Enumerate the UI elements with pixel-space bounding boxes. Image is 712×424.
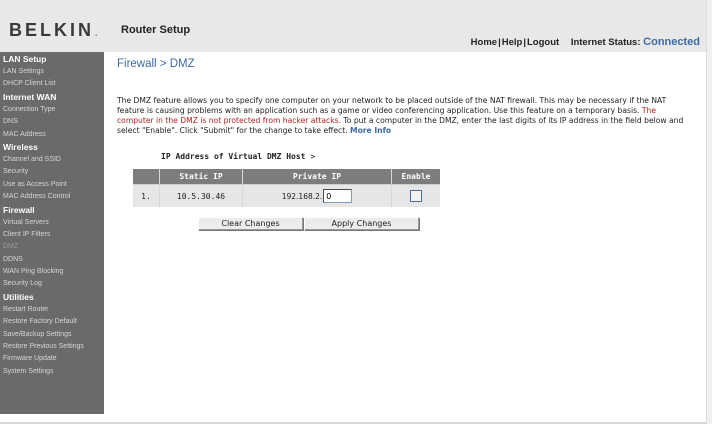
vertical-scrollbar[interactable] — [706, 0, 712, 424]
dmz-host-label-text: IP Address of Virtual DMZ Host — [161, 152, 306, 161]
sidebar-item-ddns[interactable]: DDNS — [0, 254, 104, 266]
dmz-table: Static IP Private IP Enable 1. 10.5.30.4… — [133, 169, 440, 207]
sidebar-section-firewall[interactable]: Firewall — [0, 204, 104, 217]
dmz-host-label-suffix: > — [305, 152, 316, 161]
table-row: 1. 10.5.30.46 192.168.2. — [133, 184, 440, 207]
sidebar-item-client-ip-filters[interactable]: Client IP Filters — [0, 229, 104, 241]
more-info-link[interactable]: More Info — [350, 126, 391, 135]
app-title: Router Setup — [121, 24, 191, 36]
sidebar-item-firmware-update[interactable]: Firmware Update — [0, 353, 104, 365]
description-text: The DMZ feature allows you to specify on… — [117, 96, 667, 115]
static-ip-value: 10.5.30.46 — [160, 184, 243, 207]
sidebar-item-save-backup-settings[interactable]: Save/Backup Settings — [0, 329, 104, 341]
private-ip-last-octet-input[interactable] — [323, 189, 353, 203]
nav-separator: | — [498, 37, 501, 48]
logout-link[interactable]: Logout — [527, 37, 559, 48]
internet-status-label: Internet Status: — [570, 37, 641, 48]
logo-mark: . — [95, 28, 98, 38]
sidebar-item-security[interactable]: Security — [0, 166, 104, 178]
sidebar-item-dns[interactable]: DNS — [0, 116, 104, 128]
sidebar-item-connection-type[interactable]: Connection Type — [0, 104, 104, 116]
sidebar-item-wan-ping-blocking[interactable]: WAN Ping Blocking — [0, 266, 104, 278]
sidebar-item-restore-factory-default[interactable]: Restore Factory Default — [0, 316, 104, 328]
router-setup-window: BELKIN. Router Setup Home|Help|Logout In… — [0, 0, 706, 424]
sidebar-section-internet-wan[interactable]: Internet WAN — [0, 91, 104, 104]
home-link[interactable]: Home — [471, 37, 497, 48]
header-private-ip: Private IP — [243, 169, 392, 184]
sidebar-section-lan-setup[interactable]: LAN Setup — [0, 53, 104, 66]
header-static-ip: Static IP — [160, 169, 243, 184]
sidebar-item-virtual-servers[interactable]: Virtual Servers — [0, 217, 104, 229]
sidebar-item-restart-router[interactable]: Restart Router — [0, 304, 104, 316]
private-ip-prefix: 192.168.2. — [281, 191, 323, 201]
sidebar-item-mac-address-control[interactable]: MAC Address Control — [0, 191, 104, 203]
sidebar-item-access-point[interactable]: Use as Access Point — [0, 179, 104, 191]
header-bar: BELKIN. Router Setup Home|Help|Logout In… — [0, 0, 706, 52]
sidebar-item-dmz[interactable]: DMZ — [0, 241, 104, 253]
help-link[interactable]: Help — [502, 37, 523, 48]
page-title: Firewall > DMZ — [117, 58, 195, 70]
sidebar-item-lan-settings[interactable]: LAN Settings — [0, 66, 104, 78]
belkin-logo: BELKIN. — [9, 20, 98, 41]
clear-changes-button[interactable]: Clear Changes — [198, 217, 303, 230]
sidebar-item-channel-ssid[interactable]: Channel and SSID — [0, 154, 104, 166]
sidebar-item-security-log[interactable]: Security Log — [0, 278, 104, 290]
private-ip-cell: 192.168.2. — [243, 184, 392, 207]
dmz-description: The DMZ feature allows you to specify on… — [117, 96, 691, 136]
enable-checkbox[interactable] — [410, 190, 422, 202]
dmz-host-label: IP Address of Virtual DMZ Host > — [161, 152, 315, 161]
sidebar-section-wireless[interactable]: Wireless — [0, 141, 104, 154]
table-header-row: Static IP Private IP Enable — [133, 169, 440, 184]
action-buttons: Clear Changes Apply Changes — [198, 217, 419, 230]
top-navigation: Home|Help|Logout Internet Status: Connec… — [471, 36, 700, 48]
logo-text: BELKIN — [9, 20, 94, 40]
nav-separator: | — [523, 37, 526, 48]
sidebar-item-dhcp-client-list[interactable]: DHCP Client List — [0, 78, 104, 90]
header-index — [133, 169, 160, 184]
apply-changes-button[interactable]: Apply Changes — [304, 217, 419, 230]
private-ip-group: 192.168.2. — [282, 189, 353, 203]
sidebar-item-restore-previous-settings[interactable]: Restore Previous Settings — [0, 341, 104, 353]
row-index: 1. — [133, 184, 160, 207]
sidebar-menu: LAN Setup LAN Settings DHCP Client List … — [0, 52, 104, 414]
sidebar-section-utilities[interactable]: Utilities — [0, 291, 104, 304]
sidebar-item-mac-address[interactable]: MAC Address — [0, 129, 104, 141]
internet-status-value: Connected — [643, 36, 700, 48]
header-enable: Enable — [392, 169, 440, 184]
sidebar-item-system-settings[interactable]: System Settings — [0, 366, 104, 378]
enable-cell — [392, 184, 440, 207]
